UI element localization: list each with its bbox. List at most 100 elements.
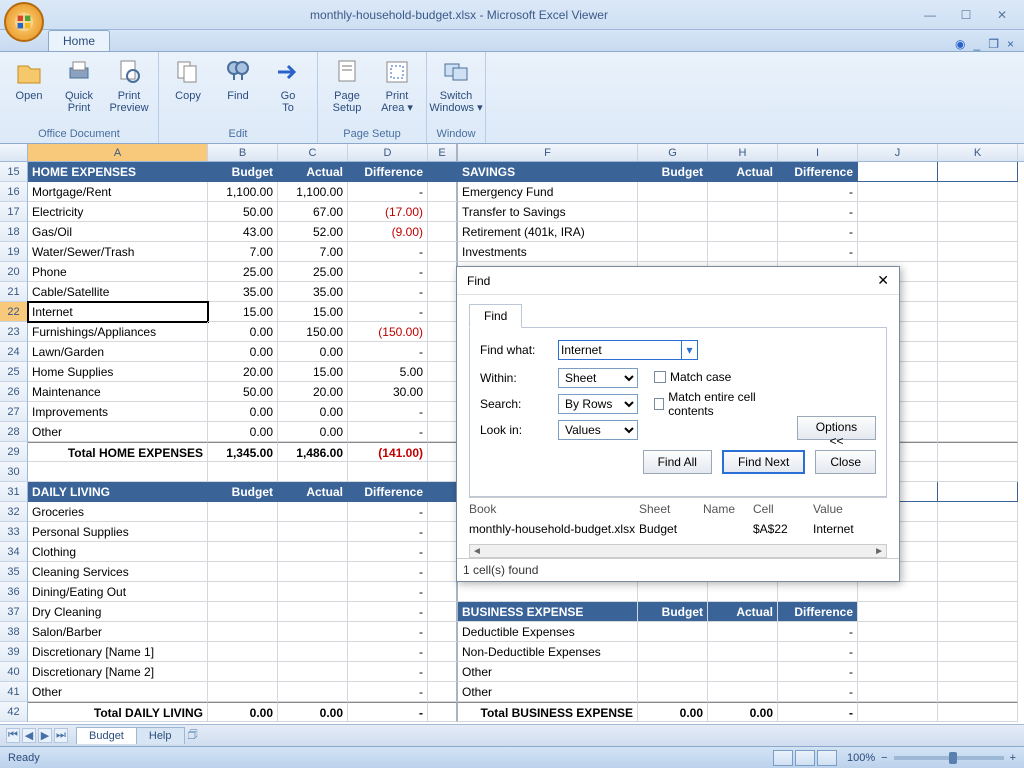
view-page-layout-icon[interactable] bbox=[795, 750, 815, 766]
cell[interactable]: Salon/Barber bbox=[28, 622, 208, 642]
cell[interactable] bbox=[208, 542, 278, 562]
cell[interactable] bbox=[938, 582, 1018, 602]
cell[interactable]: Difference bbox=[348, 162, 428, 182]
close-icon[interactable]: ✕ bbox=[990, 8, 1014, 22]
cell[interactable] bbox=[708, 682, 778, 702]
cell[interactable]: Difference bbox=[348, 482, 428, 502]
cell[interactable] bbox=[858, 182, 938, 202]
search-select[interactable]: By Rows bbox=[558, 394, 638, 414]
col-header[interactable]: F bbox=[458, 144, 638, 161]
cell[interactable]: Non-Deductible Expenses bbox=[458, 642, 638, 662]
cell[interactable] bbox=[938, 262, 1018, 282]
sheet-nav-prev-icon[interactable]: ◀ bbox=[22, 728, 36, 743]
row-header[interactable]: 35 bbox=[0, 562, 28, 582]
cell[interactable]: 67.00 bbox=[278, 202, 348, 222]
cell[interactable] bbox=[428, 522, 458, 542]
minimize-icon[interactable]: — bbox=[918, 8, 942, 22]
options-button[interactable]: Options << bbox=[797, 416, 876, 440]
cell[interactable]: - bbox=[778, 682, 858, 702]
within-select[interactable]: Sheet bbox=[558, 368, 638, 388]
row-header[interactable]: 21 bbox=[0, 282, 28, 302]
results-row[interactable]: monthly-household-budget.xlsxBudget$A$22… bbox=[469, 520, 887, 544]
zoom-slider[interactable] bbox=[894, 756, 1004, 760]
col-header[interactable]: B bbox=[208, 144, 278, 161]
cell[interactable]: 43.00 bbox=[208, 222, 278, 242]
cell[interactable]: 50.00 bbox=[208, 202, 278, 222]
switch-windows-button[interactable]: Switch Windows ▾ bbox=[433, 54, 479, 114]
cell[interactable]: 15.00 bbox=[278, 362, 348, 382]
cell[interactable] bbox=[858, 202, 938, 222]
row-header[interactable]: 42 bbox=[0, 702, 28, 722]
cell[interactable]: 35.00 bbox=[208, 282, 278, 302]
office-button[interactable] bbox=[4, 2, 44, 42]
cell[interactable] bbox=[28, 462, 208, 482]
cell[interactable]: Furnishings/Appliances bbox=[28, 322, 208, 342]
cell[interactable] bbox=[858, 622, 938, 642]
cell[interactable]: (9.00) bbox=[348, 222, 428, 242]
cell[interactable] bbox=[938, 542, 1018, 562]
cell[interactable]: Other bbox=[458, 682, 638, 702]
row-header[interactable]: 31 bbox=[0, 482, 28, 502]
cell[interactable] bbox=[778, 582, 858, 602]
cell[interactable]: - bbox=[348, 522, 428, 542]
cell[interactable] bbox=[428, 582, 458, 602]
cell[interactable]: - bbox=[778, 222, 858, 242]
cell[interactable] bbox=[938, 362, 1018, 382]
row-header[interactable]: 23 bbox=[0, 322, 28, 342]
tab-home[interactable]: Home bbox=[48, 30, 110, 51]
row-header[interactable]: 41 bbox=[0, 682, 28, 702]
cell[interactable] bbox=[278, 542, 348, 562]
cell[interactable] bbox=[428, 482, 458, 502]
cell[interactable] bbox=[638, 202, 708, 222]
cell[interactable]: 0.00 bbox=[278, 342, 348, 362]
cell[interactable] bbox=[428, 442, 458, 462]
cell[interactable] bbox=[938, 462, 1018, 482]
row-header[interactable]: 27 bbox=[0, 402, 28, 422]
col-header[interactable]: G bbox=[638, 144, 708, 161]
cell[interactable]: Budget bbox=[208, 162, 278, 182]
cell[interactable] bbox=[428, 362, 458, 382]
cell[interactable] bbox=[428, 682, 458, 702]
cell[interactable] bbox=[938, 182, 1018, 202]
cell[interactable] bbox=[208, 682, 278, 702]
cell[interactable]: Difference bbox=[778, 602, 858, 622]
cell[interactable] bbox=[428, 202, 458, 222]
cell[interactable] bbox=[858, 602, 938, 622]
cell[interactable] bbox=[638, 662, 708, 682]
cell[interactable]: 150.00 bbox=[278, 322, 348, 342]
col-header[interactable]: J bbox=[858, 144, 938, 161]
zoom-level[interactable]: 100% bbox=[847, 752, 875, 764]
cell[interactable]: 0.00 bbox=[278, 702, 348, 722]
cell[interactable] bbox=[278, 682, 348, 702]
cell[interactable]: - bbox=[778, 702, 858, 722]
cell[interactable]: Total BUSINESS EXPENSE bbox=[458, 702, 638, 722]
cell[interactable] bbox=[638, 182, 708, 202]
row-header[interactable]: 40 bbox=[0, 662, 28, 682]
row-header[interactable]: 25 bbox=[0, 362, 28, 382]
cell[interactable]: 15.00 bbox=[278, 302, 348, 322]
cell[interactable] bbox=[938, 522, 1018, 542]
cell[interactable] bbox=[428, 662, 458, 682]
row-header[interactable]: 26 bbox=[0, 382, 28, 402]
maximize-icon[interactable]: ☐ bbox=[954, 8, 978, 22]
cell[interactable] bbox=[208, 502, 278, 522]
sheet-nav-first-icon[interactable]: ⏮ bbox=[6, 728, 20, 743]
find-tab[interactable]: Find bbox=[469, 304, 522, 328]
cell[interactable]: 5.00 bbox=[348, 362, 428, 382]
cell[interactable] bbox=[278, 642, 348, 662]
cell[interactable]: - bbox=[348, 262, 428, 282]
cell[interactable]: - bbox=[348, 602, 428, 622]
row-header[interactable]: 24 bbox=[0, 342, 28, 362]
cell[interactable]: Actual bbox=[708, 602, 778, 622]
cell[interactable] bbox=[938, 402, 1018, 422]
cell[interactable]: - bbox=[348, 402, 428, 422]
cell[interactable]: 1,100.00 bbox=[278, 182, 348, 202]
cell[interactable] bbox=[208, 462, 278, 482]
cell[interactable] bbox=[638, 222, 708, 242]
match-case-checkbox[interactable]: Match case bbox=[654, 370, 781, 384]
cell[interactable]: SAVINGS bbox=[458, 162, 638, 182]
lookin-select[interactable]: Values bbox=[558, 420, 638, 440]
cell[interactable] bbox=[278, 522, 348, 542]
cell[interactable]: Other bbox=[28, 422, 208, 442]
cell[interactable] bbox=[208, 562, 278, 582]
